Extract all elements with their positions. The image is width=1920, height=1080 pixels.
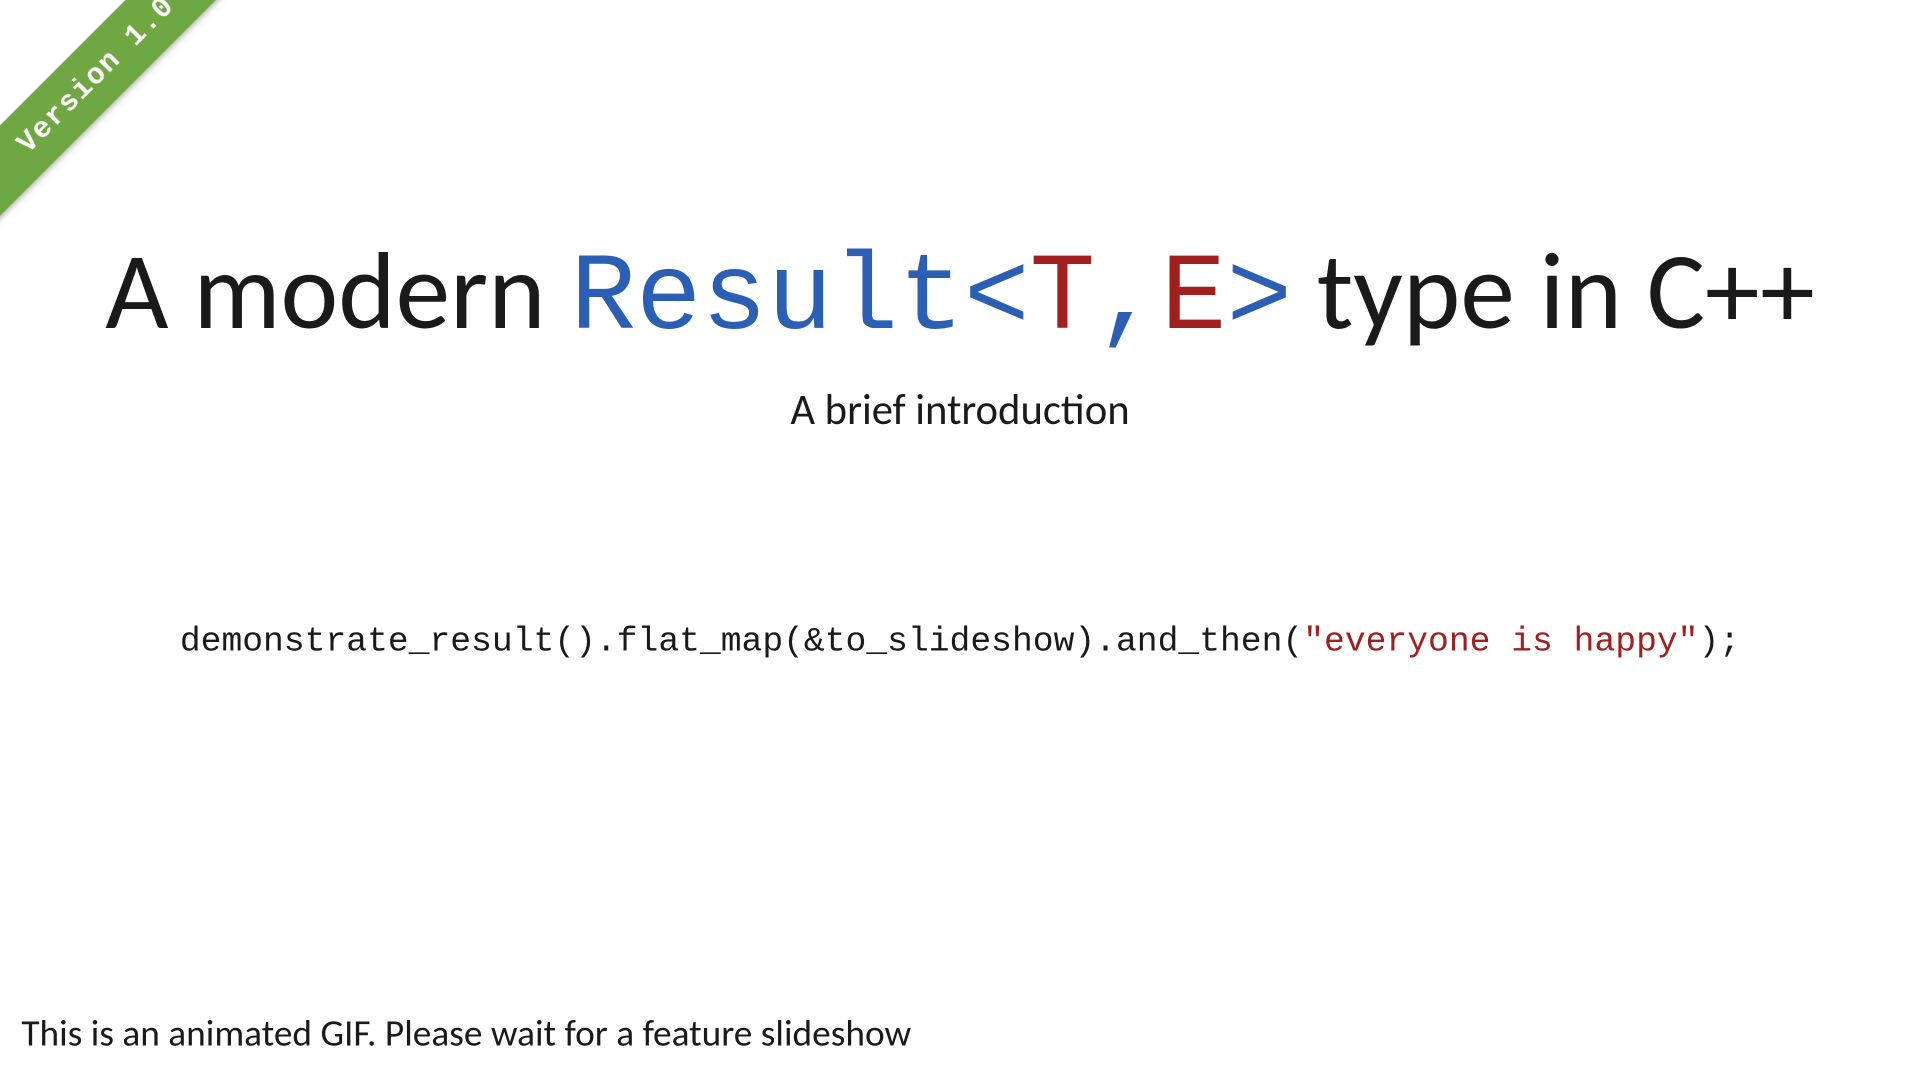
code-string: "everyone is happy" (1303, 621, 1698, 661)
slide-subtitle: A brief introduction (0, 384, 1920, 436)
title-code-close: > (1226, 237, 1292, 361)
version-label: Version 1.0 (11, 0, 182, 160)
title-code-result: Result (570, 237, 964, 361)
footer-note: This is an animated GIF. Please wait for… (21, 1009, 911, 1056)
version-ribbon: Version 1.0 (0, 0, 247, 226)
slide-title: A modern Result<T,E> type in C++ (0, 237, 1920, 354)
code-example: demonstrate_result().flat_map(&to_slides… (0, 621, 1920, 661)
title-prefix: A modern (105, 225, 570, 358)
title-code-e: E (1161, 237, 1227, 361)
code-part1: demonstrate_result().flat_map(&to_slides… (180, 621, 1303, 661)
title-suffix: type in C++ (1292, 225, 1815, 358)
title-code-comma: , (1095, 237, 1161, 361)
code-part2: ); (1698, 621, 1740, 661)
title-code-open: < (964, 237, 1030, 361)
title-code-t: T (1030, 237, 1096, 361)
title-block: A modern Result<T,E> type in C++ A brief… (0, 237, 1920, 436)
slide: Version 1.0 A modern Result<T,E> type in… (0, 0, 1920, 1080)
